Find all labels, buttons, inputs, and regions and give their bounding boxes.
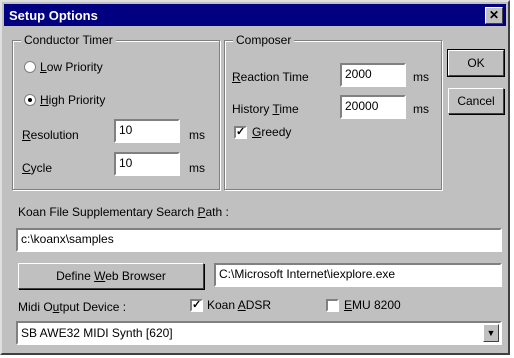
conductor-timer-legend: Conductor Timer	[21, 33, 116, 47]
search-path-label: Koan File Supplementary Search Path :	[18, 205, 229, 219]
composer-legend: Composer	[233, 33, 295, 47]
history-time-input[interactable]: 20000	[340, 95, 406, 119]
emu-8200-checkbox[interactable]	[326, 299, 339, 312]
koan-adsr-label[interactable]: Koan ADSR	[207, 298, 271, 312]
low-priority-radio[interactable]	[24, 61, 36, 73]
resolution-input[interactable]: 10	[114, 119, 180, 143]
high-priority-radio[interactable]	[24, 94, 36, 106]
search-path-input[interactable]: c:\koanx\samples	[16, 228, 502, 252]
ok-button[interactable]: OK	[447, 49, 505, 77]
reaction-time-input[interactable]: 2000	[340, 63, 406, 87]
low-priority-label[interactable]: Low Priority	[40, 60, 103, 74]
midi-output-label: Midi Output Device :	[18, 300, 127, 314]
resolution-label: Resolution	[22, 128, 79, 142]
cancel-button[interactable]: Cancel	[448, 88, 504, 114]
title-bar: Setup Options ✕	[4, 4, 506, 26]
emu-8200-label[interactable]: EMU 8200	[344, 298, 401, 312]
high-priority-label[interactable]: High Priority	[40, 93, 105, 107]
cycle-label: Cycle	[22, 161, 53, 175]
midi-device-select[interactable]: SB AWE32 MIDI Synth [620] ▼	[16, 321, 502, 345]
history-time-label: History Time	[232, 102, 299, 116]
cycle-input[interactable]: 10	[114, 152, 180, 176]
midi-device-value: SB AWE32 MIDI Synth [620]	[21, 326, 173, 340]
reaction-time-label: Reaction Time	[232, 70, 309, 84]
resolution-unit: ms	[189, 128, 205, 142]
koan-adsr-checkbox[interactable]: ✓	[190, 299, 203, 312]
window-title: Setup Options	[9, 8, 98, 23]
reaction-time-unit: ms	[413, 70, 429, 84]
setup-options-dialog: Setup Options ✕ Conductor Timer Low Prio…	[0, 0, 510, 355]
close-button[interactable]: ✕	[485, 7, 503, 24]
history-time-unit: ms	[413, 102, 429, 116]
web-browser-path-input[interactable]: C:\Microsoft Internet\iexplore.exe	[214, 263, 502, 287]
greedy-label[interactable]: Greedy	[252, 125, 291, 139]
greedy-checkbox[interactable]: ✓	[234, 126, 247, 139]
cycle-unit: ms	[189, 161, 205, 175]
define-web-browser-button[interactable]: Define Web Browser	[18, 263, 204, 289]
chevron-down-icon[interactable]: ▼	[483, 324, 499, 342]
